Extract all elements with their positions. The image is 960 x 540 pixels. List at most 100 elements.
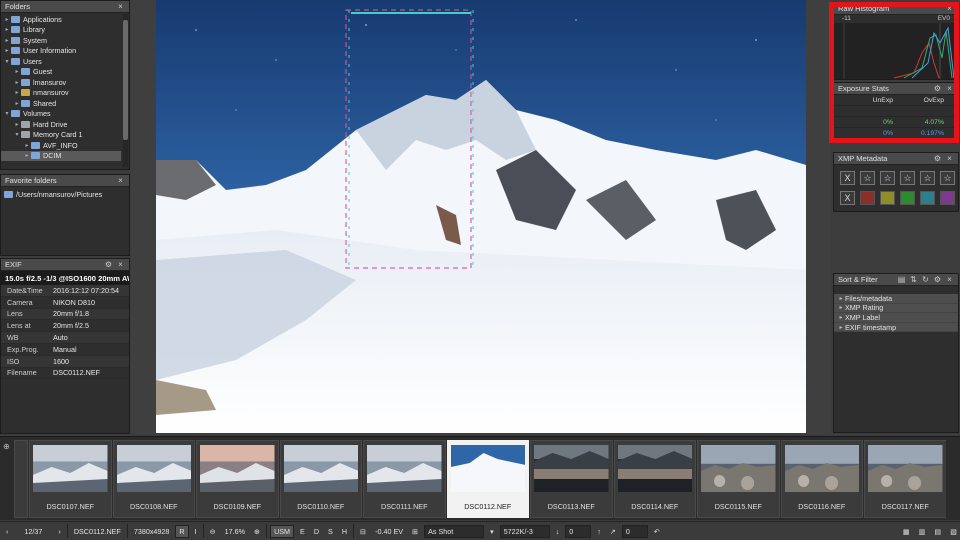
thumbnail[interactable]: DSC0115.NEF [697,440,780,518]
chevron-down-icon[interactable]: ▾ [3,110,11,117]
thumbnail[interactable]: DSC0113.NEF [530,440,613,518]
folder-item[interactable]: ▾ Users [1,56,121,67]
chevron-right-icon[interactable]: ▸ [13,121,21,128]
close-icon[interactable]: × [116,260,125,269]
chevron-right-icon[interactable]: ▸ [837,304,845,311]
panel-left-icon[interactable]: ▥ [916,525,929,538]
folder-item[interactable]: ▸ Library [1,25,121,36]
gear-icon[interactable]: ⚙ [933,154,942,163]
close-icon[interactable]: × [945,84,954,93]
rotate-left-icon[interactable]: ↓ [553,525,563,538]
chevron-right-icon[interactable]: ▸ [13,79,21,86]
folder-item[interactable]: ▸ User Information [1,46,121,57]
temperature-value[interactable]: 5722K/-3 [499,524,550,538]
chevron-right-icon[interactable]: ▸ [3,37,11,44]
undo-icon[interactable]: ↶ [651,525,663,538]
chevron-right-icon[interactable]: ▸ [13,68,21,75]
chevron-right-icon[interactable]: ▸ [837,324,845,331]
chevron-right-icon[interactable]: ▸ [3,16,11,23]
folder-item[interactable]: ▸ Applications [1,14,121,25]
e-button[interactable]: E [297,525,308,538]
sort-filter-item[interactable]: ▸ Files/metadata [834,294,958,304]
rotate-right-icon[interactable]: ↑ [594,525,604,538]
zoom-level[interactable]: 17.6% [222,525,248,538]
chevron-right-icon[interactable]: ▸ [837,295,845,302]
close-icon[interactable]: × [116,176,125,185]
close-icon[interactable]: × [116,2,125,11]
main-photo[interactable] [156,0,806,433]
thumbnail[interactable]: DSC0112.NEF [446,440,529,518]
folder-item[interactable]: ▾ Volumes [1,109,121,120]
histogram-graph[interactable] [834,23,958,79]
color-label-button[interactable] [920,191,935,205]
folder-item[interactable]: ▸ DCIM [1,150,121,161]
star-icon[interactable]: ☆ [920,171,935,185]
color-label-button[interactable] [880,191,895,205]
sort-icon[interactable]: ⇅ [909,275,918,284]
scrollbar-thumb[interactable] [123,20,128,140]
zoom-out-icon[interactable]: ⊖ [207,525,219,538]
rotation-value[interactable]: 0 [565,524,592,538]
exposure-minus-icon[interactable]: ⊟ [357,525,369,538]
i-button[interactable]: I [192,525,200,538]
grid-view-icon[interactable]: ▦ [900,525,913,538]
folders-scrollbar[interactable] [123,14,128,167]
image-viewer[interactable] [131,0,831,434]
thumbnail[interactable]: DSC0117.NEF [864,440,946,518]
chevron-down-icon[interactable]: ▾ [13,131,21,138]
exposure-plus-icon[interactable]: ⊞ [409,525,421,538]
folder-item[interactable]: ▸ nmansurov [1,88,121,99]
folder-item[interactable]: ▸ Shared [1,98,121,109]
panel-right-icon[interactable]: ▧ [947,525,960,538]
prev-arrow-icon[interactable]: ‹ [3,525,11,538]
gear-icon[interactable]: ⚙ [933,84,942,93]
h-button[interactable]: H [339,525,350,538]
gear-icon[interactable]: ⚙ [104,260,113,269]
sort-filter-item[interactable]: ▸ XMP Label [834,313,958,323]
straighten-icon[interactable]: ↗ [607,525,619,538]
chevron-right-icon[interactable]: ▸ [837,314,845,321]
thumbnail[interactable]: DSC0116.NEF [780,440,863,518]
thumbnail[interactable]: DSC0109.NEF [196,440,279,518]
color-label-button[interactable] [900,191,915,205]
star-icon[interactable]: ☆ [860,171,875,185]
color-label-button[interactable] [860,191,875,205]
thumbnail[interactable]: DSC0111.NEF [363,440,446,518]
chevron-right-icon[interactable]: ▸ [3,47,11,54]
sort-filter-item[interactable]: ▸ XMP Rating [834,303,958,314]
panel-bottom-icon[interactable]: ▤ [931,525,944,538]
gear-icon[interactable]: ⚙ [933,275,942,284]
chevron-right-icon[interactable]: ▸ [3,26,11,33]
thumbnail[interactable]: DSC0107.NEF [29,440,112,518]
straighten-value[interactable]: 0 [621,524,648,538]
sort-filter-item[interactable]: ▸ EXIF timestamp [834,323,958,333]
s-button[interactable]: S [325,525,336,538]
favorite-item[interactable]: /Users/nmansurov/Pictures [1,189,129,200]
folder-item[interactable]: ▸ Guest [1,67,121,78]
close-icon[interactable]: × [945,4,954,13]
star-icon[interactable]: ☆ [880,171,895,185]
thumbnail[interactable]: DSC0110.NEF [279,440,362,518]
folder-item[interactable]: ▸ System [1,35,121,46]
eyedropper-icon[interactable]: ▾ [487,525,497,538]
d-button[interactable]: D [311,525,322,538]
folder-item[interactable]: ▸ Hard Drive [1,119,121,130]
r-button[interactable]: R [175,524,189,538]
chevron-down-icon[interactable]: ▾ [3,58,11,65]
folder-item[interactable]: ▸ AVF_INFO [1,140,121,151]
filmstrip-settings-icon[interactable]: ⊕ [3,442,11,451]
folder-item[interactable]: ▸ lmansurov [1,77,121,88]
star-icon[interactable]: ☆ [940,171,955,185]
close-icon[interactable]: × [945,275,954,284]
chevron-right-icon[interactable]: ▸ [23,152,31,159]
reject-button[interactable]: X [840,191,855,205]
zoom-in-icon[interactable]: ⊕ [251,525,263,538]
close-icon[interactable]: × [945,154,954,163]
white-balance-select[interactable]: As Shot [424,524,485,538]
thumbnail[interactable]: DSC0108.NEF [112,440,195,518]
folder-item[interactable]: ▾ Memory Card 1 [1,130,121,141]
document-icon[interactable]: ▤ [897,275,906,284]
reject-button[interactable]: X [840,171,855,185]
exposure-value[interactable]: -0.40 EV [372,525,406,538]
chevron-right-icon[interactable]: ▸ [23,142,31,149]
